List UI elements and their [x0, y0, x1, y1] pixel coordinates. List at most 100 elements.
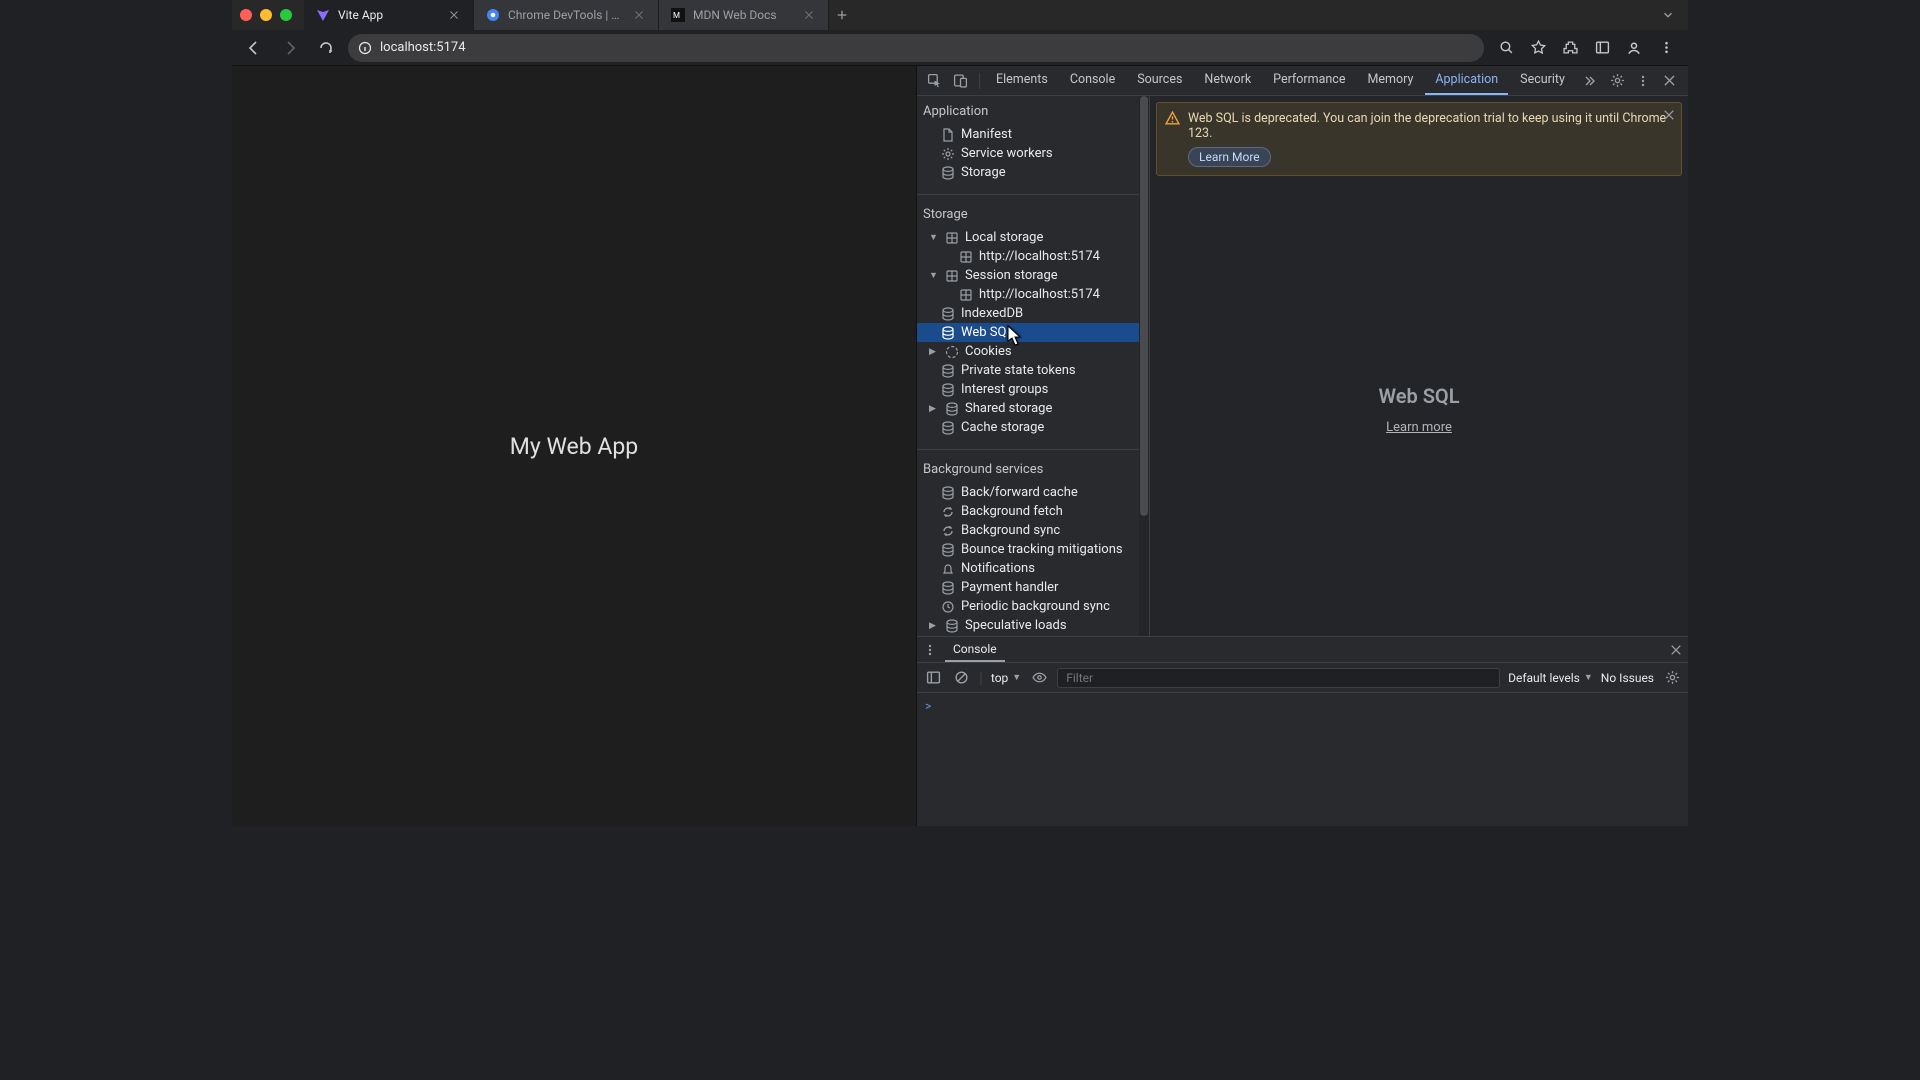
reload-button[interactable]	[312, 34, 340, 62]
scrollbar-thumb[interactable]	[1140, 96, 1148, 516]
vite-icon	[316, 8, 330, 22]
menu-icon[interactable]	[1652, 34, 1680, 62]
tab-overflow-button[interactable]	[1656, 9, 1680, 21]
side-panel-icon[interactable]	[1588, 34, 1616, 62]
tab-network[interactable]: Network	[1194, 66, 1261, 95]
console-toolbar: | top▼ Default levels▼ No Issues	[917, 663, 1688, 693]
cookie-icon	[945, 345, 959, 359]
tab-console[interactable]: Console	[1060, 66, 1125, 95]
sidebar-item-periodic-sync[interactable]: Periodic background sync	[917, 597, 1149, 616]
sidebar-item-bounce-tracking[interactable]: Bounce tracking mitigations	[917, 540, 1149, 559]
sidebar-item-interest-groups[interactable]: Interest groups	[917, 380, 1149, 399]
sidebar-item-local-storage-origin[interactable]: http://localhost:5174	[917, 247, 1149, 266]
learn-more-link[interactable]: Learn more	[1386, 420, 1452, 435]
device-toggle-icon[interactable]	[949, 70, 971, 92]
sidebar-item-background-fetch[interactable]: Background fetch	[917, 502, 1149, 521]
tab-application[interactable]: Application	[1425, 66, 1508, 95]
svg-text:M: M	[673, 11, 680, 20]
sidebar-item-cookies[interactable]: ▶Cookies	[917, 342, 1149, 361]
window-controls	[240, 9, 292, 21]
minimize-window[interactable]	[260, 9, 272, 21]
filter-input[interactable]	[1057, 668, 1500, 688]
drawer-tab-console[interactable]: Console	[945, 637, 1005, 662]
disclosure-icon[interactable]: ▶	[929, 404, 939, 414]
live-expression-icon[interactable]	[1029, 668, 1049, 688]
context-selector[interactable]: top▼	[991, 671, 1021, 685]
close-tab-icon[interactable]	[449, 10, 461, 20]
extensions-icon[interactable]	[1556, 34, 1584, 62]
sidebar-item-background-sync[interactable]: Background sync	[917, 521, 1149, 540]
browser-tab-vite[interactable]: Vite App	[304, 0, 474, 30]
zoom-window[interactable]	[280, 9, 292, 21]
devtools-close-icon[interactable]	[1658, 70, 1680, 92]
grid-icon	[959, 288, 973, 302]
disclosure-icon[interactable]: ▼	[929, 270, 939, 281]
tab-security[interactable]: Security	[1510, 66, 1575, 95]
close-tab-icon[interactable]	[634, 10, 646, 20]
disclosure-icon[interactable]: ▼	[929, 232, 939, 243]
section-application: Application	[917, 96, 1149, 125]
close-window[interactable]	[240, 9, 252, 21]
browser-tab-devtools-docs[interactable]: Chrome DevTools | Chrome	[474, 0, 659, 30]
site-info-icon[interactable]	[358, 41, 372, 55]
address-bar[interactable]: localhost:5174	[348, 34, 1484, 62]
sidebar-item-payment-handler[interactable]: Payment handler	[917, 578, 1149, 597]
database-icon	[941, 326, 955, 340]
database-icon	[941, 383, 955, 397]
back-button[interactable]	[240, 34, 268, 62]
learn-more-button[interactable]: Learn More	[1188, 147, 1271, 167]
drawer-menu-icon[interactable]	[923, 643, 937, 657]
sidebar-item-shared-storage[interactable]: ▶Shared storage	[917, 399, 1149, 418]
sidebar-item-storage[interactable]: Storage	[917, 163, 1149, 182]
sidebar-item-session-storage-origin[interactable]: http://localhost:5174	[917, 285, 1149, 304]
zoom-icon[interactable]	[1492, 34, 1520, 62]
tabs-overflow-icon[interactable]	[1577, 70, 1599, 92]
sidebar-item-bfcache[interactable]: Back/forward cache	[917, 483, 1149, 502]
devtools-settings-icon[interactable]	[1606, 70, 1628, 92]
grid-icon	[945, 269, 959, 283]
close-tab-icon[interactable]	[804, 10, 816, 20]
banner-close-icon[interactable]	[1663, 109, 1675, 121]
forward-button[interactable]	[276, 34, 304, 62]
tab-label: Chrome DevTools | Chrome	[508, 8, 626, 22]
database-icon	[941, 421, 955, 435]
bell-icon	[941, 562, 955, 576]
database-icon	[941, 543, 955, 557]
sidebar-item-private-state-tokens[interactable]: Private state tokens	[917, 361, 1149, 380]
clear-console-icon[interactable]	[951, 668, 971, 688]
browser-tab-mdn[interactable]: M MDN Web Docs	[659, 0, 829, 30]
titlebar: Vite App Chrome DevTools | Chrome M MDN …	[232, 0, 1688, 30]
tab-elements[interactable]: Elements	[986, 66, 1058, 95]
sidebar-item-indexeddb[interactable]: IndexedDB	[917, 304, 1149, 323]
deprecation-banner: Web SQL is deprecated. You can join the …	[1156, 102, 1682, 176]
sidebar-item-websql[interactable]: Web SQL	[917, 323, 1149, 342]
browser-toolbar: localhost:5174	[232, 30, 1688, 66]
log-levels-selector[interactable]: Default levels▼	[1508, 671, 1593, 685]
tab-sources[interactable]: Sources	[1127, 66, 1192, 95]
disclosure-icon[interactable]: ▶	[929, 621, 939, 631]
application-detail: Web SQL is deprecated. You can join the …	[1150, 96, 1688, 636]
sidebar-item-notifications[interactable]: Notifications	[917, 559, 1149, 578]
new-tab-button[interactable]	[829, 9, 855, 21]
sidebar-item-manifest[interactable]: Manifest	[917, 125, 1149, 144]
database-icon	[941, 486, 955, 500]
bookmark-icon[interactable]	[1524, 34, 1552, 62]
sidebar-item-cache-storage[interactable]: Cache storage	[917, 418, 1149, 437]
sidebar-item-speculative-loads[interactable]: ▶Speculative loads	[917, 616, 1149, 635]
sidebar-item-local-storage[interactable]: ▼Local storage	[917, 228, 1149, 247]
console-settings-icon[interactable]	[1662, 668, 1682, 688]
inspect-icon[interactable]	[923, 70, 945, 92]
sidebar-item-service-workers[interactable]: Service workers	[917, 144, 1149, 163]
tab-performance[interactable]: Performance	[1263, 66, 1355, 95]
sidebar-toggle-icon[interactable]	[923, 668, 943, 688]
console-body[interactable]: >	[917, 693, 1688, 826]
tab-memory[interactable]: Memory	[1357, 66, 1423, 95]
profile-icon[interactable]	[1620, 34, 1648, 62]
grid-icon	[945, 231, 959, 245]
disclosure-icon[interactable]: ▶	[929, 347, 939, 357]
sidebar-item-session-storage[interactable]: ▼Session storage	[917, 266, 1149, 285]
devtools-menu-icon[interactable]	[1632, 70, 1654, 92]
issues-label[interactable]: No Issues	[1601, 671, 1654, 685]
drawer-close-icon[interactable]	[1670, 644, 1682, 656]
sidebar-item-push-messaging[interactable]: Push messaging	[917, 635, 1149, 636]
